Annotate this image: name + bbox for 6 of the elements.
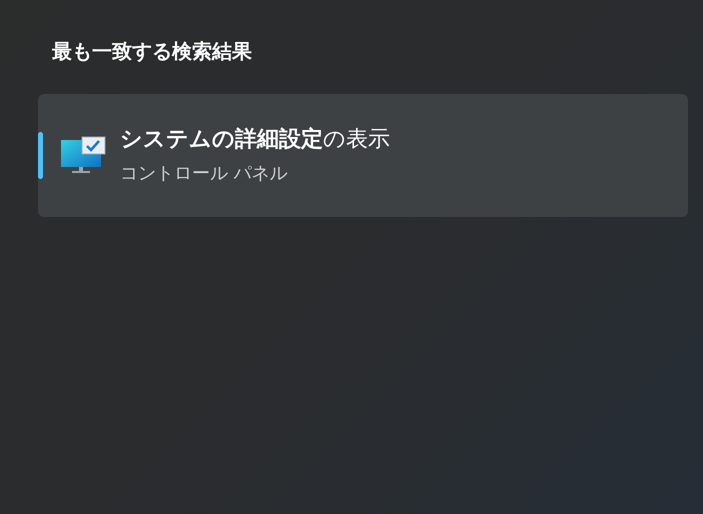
selection-indicator: [38, 132, 43, 179]
section-title: 最も一致する検索結果: [52, 38, 252, 65]
monitor-check-icon: [60, 136, 106, 176]
result-title: システムの詳細設定の表示: [120, 126, 390, 154]
result-subtitle: コントロール パネル: [120, 162, 288, 186]
search-result-item[interactable]: システムの詳細設定の表示 コントロール パネル: [38, 94, 688, 217]
